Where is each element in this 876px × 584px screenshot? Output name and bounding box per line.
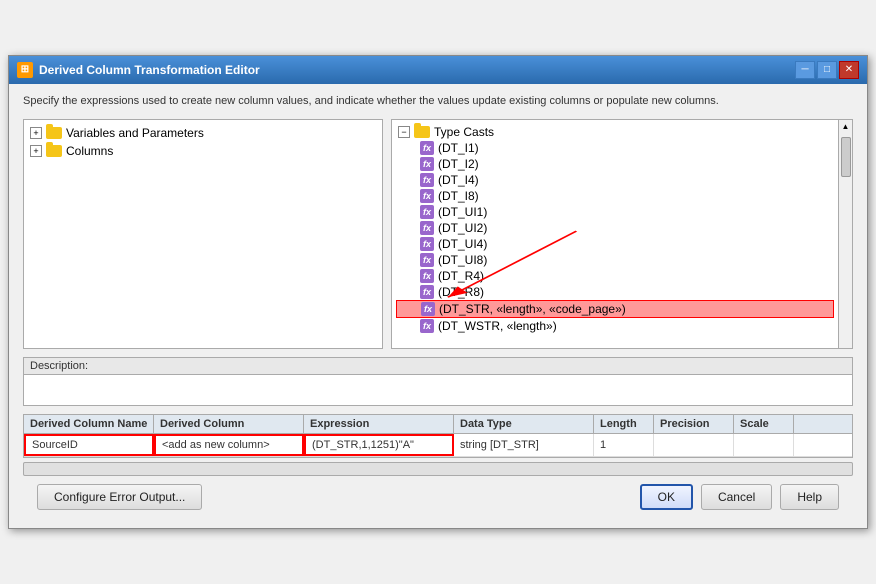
window-icon: ⊞ <box>17 62 33 78</box>
fx-icon: fx <box>420 157 434 171</box>
fx-icon: fx <box>420 253 434 267</box>
cast-label-4: (DT_UI1) <box>438 205 487 219</box>
expand-typecasts[interactable]: − <box>398 126 410 138</box>
scroll-up-arrow[interactable]: ▲ <box>840 120 852 133</box>
right-panel-header-label: Type Casts <box>434 125 494 139</box>
fx-icon: fx <box>420 237 434 251</box>
description-content <box>24 375 852 405</box>
tree-item-variables[interactable]: + Variables and Parameters <box>28 124 378 142</box>
folder-icon-columns <box>46 145 62 157</box>
fx-icon: fx <box>420 221 434 235</box>
configure-error-button[interactable]: Configure Error Output... <box>37 484 202 510</box>
expand-variables[interactable]: + <box>30 127 42 139</box>
help-button[interactable]: Help <box>780 484 839 510</box>
cast-item-dt-ui8[interactable]: fx (DT_UI8) <box>396 252 834 268</box>
cast-label-9: (DT_R8) <box>438 285 484 299</box>
dialog-content: Specify the expressions used to create n… <box>9 84 867 528</box>
cast-item-dt-r8[interactable]: fx (DT_R8) <box>396 284 834 300</box>
bottom-bar: Configure Error Output... OK Cancel Help <box>23 476 853 518</box>
col-header-expression: Expression <box>304 415 454 433</box>
col-header-data-type: Data Type <box>454 415 594 433</box>
horizontal-scrollbar[interactable] <box>23 462 853 476</box>
ok-button[interactable]: OK <box>640 484 693 510</box>
folder-icon-typecasts <box>414 126 430 138</box>
cell-scale <box>734 434 794 456</box>
right-panel-header-item[interactable]: − Type Casts <box>396 124 834 140</box>
title-bar: ⊞ Derived Column Transformation Editor ─… <box>9 56 867 84</box>
fx-icon: fx <box>420 205 434 219</box>
cell-length: 1 <box>594 434 654 456</box>
cast-item-dt-wstr[interactable]: fx (DT_WSTR, «length») <box>396 318 834 334</box>
cast-label-7: (DT_UI8) <box>438 253 487 267</box>
cast-item-dt-ui1[interactable]: fx (DT_UI1) <box>396 204 834 220</box>
col-header-length: Length <box>594 415 654 433</box>
col-header-precision: Precision <box>654 415 734 433</box>
description-text: Specify the expressions used to create n… <box>23 94 853 109</box>
cast-label-0: (DT_I1) <box>438 141 479 155</box>
maximize-button[interactable]: □ <box>817 61 837 79</box>
close-button[interactable]: ✕ <box>839 61 859 79</box>
grid-header: Derived Column Name Derived Column Expre… <box>24 415 852 434</box>
cast-label-1: (DT_I2) <box>438 157 479 171</box>
expand-columns[interactable]: + <box>30 145 42 157</box>
cast-item-dt-r4[interactable]: fx (DT_R4) <box>396 268 834 284</box>
cast-item-dt-i2[interactable]: fx (DT_I2) <box>396 156 834 172</box>
tree-label-variables: Variables and Parameters <box>66 126 204 140</box>
fx-icon: fx <box>420 189 434 203</box>
cast-item-dt-ui4[interactable]: fx (DT_UI4) <box>396 236 834 252</box>
tree-label-columns: Columns <box>66 144 113 158</box>
cast-label-5: (DT_UI2) <box>438 221 487 235</box>
description-area: Description: <box>23 357 853 406</box>
scroll-thumb[interactable] <box>841 137 851 177</box>
cast-item-dt-i4[interactable]: fx (DT_I4) <box>396 172 834 188</box>
fx-icon: fx <box>420 285 434 299</box>
col-header-scale: Scale <box>734 415 794 433</box>
minimize-button[interactable]: ─ <box>795 61 815 79</box>
folder-icon-variables <box>46 127 62 139</box>
right-panel-content[interactable]: − Type Casts fx (DT_I1) fx ( <box>392 120 838 348</box>
cast-label-6: (DT_UI4) <box>438 237 487 251</box>
fx-icon: fx <box>420 269 434 283</box>
title-controls: ─ □ ✕ <box>795 61 859 79</box>
fx-icon: fx <box>420 141 434 155</box>
cast-item-dt-i1[interactable]: fx (DT_I1) <box>396 140 834 156</box>
right-panel-scrollbar[interactable]: ▲ <box>838 120 852 348</box>
cell-data-type: string [DT_STR] <box>454 434 594 456</box>
left-panel[interactable]: + Variables and Parameters + Columns <box>23 119 383 349</box>
horizontal-scrollbar-container <box>23 460 853 476</box>
cast-label-2: (DT_I4) <box>438 173 479 187</box>
main-window: ⊞ Derived Column Transformation Editor ─… <box>8 55 868 529</box>
cast-label-8: (DT_R4) <box>438 269 484 283</box>
description-label: Description: <box>24 358 852 375</box>
table-row[interactable]: SourceID <add as new column> (DT_STR,1,1… <box>24 434 852 457</box>
fx-icon: fx <box>420 173 434 187</box>
cell-derived-col[interactable]: <add as new column> <box>154 434 304 456</box>
tree-item-columns[interactable]: + Columns <box>28 142 378 160</box>
fx-icon: fx <box>421 302 435 316</box>
col-header-derived-name: Derived Column Name <box>24 415 154 433</box>
col-header-derived-col: Derived Column <box>154 415 304 433</box>
cast-label-10: (DT_STR, «length», «code_page») <box>439 302 626 316</box>
cast-label-3: (DT_I8) <box>438 189 479 203</box>
cancel-button[interactable]: Cancel <box>701 484 772 510</box>
cast-item-dt-ui2[interactable]: fx (DT_UI2) <box>396 220 834 236</box>
cell-expression[interactable]: (DT_STR,1,1251)"A" <box>304 434 454 456</box>
cell-precision <box>654 434 734 456</box>
cell-derived-name[interactable]: SourceID <box>24 434 154 456</box>
data-grid: Derived Column Name Derived Column Expre… <box>23 414 853 458</box>
cast-item-dt-str[interactable]: fx (DT_STR, «length», «code_page») <box>396 300 834 318</box>
cast-item-dt-i8[interactable]: fx (DT_I8) <box>396 188 834 204</box>
panels-row: + Variables and Parameters + Columns <box>23 119 853 349</box>
cast-label-11: (DT_WSTR, «length») <box>438 319 557 333</box>
right-panel[interactable]: − Type Casts fx (DT_I1) fx ( <box>391 119 853 349</box>
window-title: Derived Column Transformation Editor <box>39 63 260 77</box>
fx-icon: fx <box>420 319 434 333</box>
